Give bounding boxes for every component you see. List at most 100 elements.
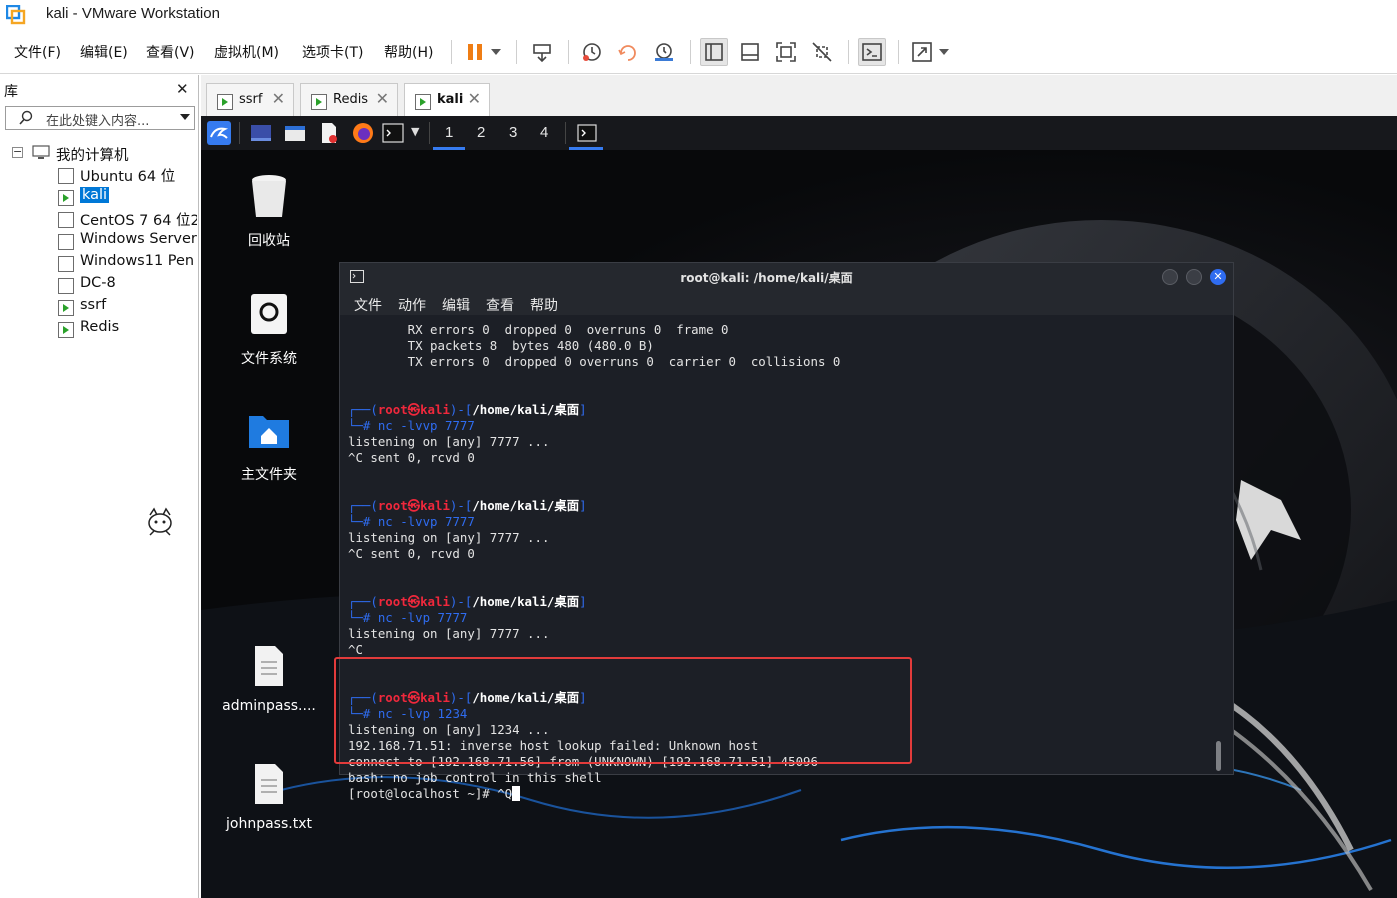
tree-root-my-computer[interactable]: − 我的计算机 <box>12 144 197 164</box>
library-title: 库 <box>4 84 18 100</box>
unity-mode-icon[interactable] <box>808 38 836 66</box>
firefox-icon[interactable] <box>351 121 375 145</box>
vm-label: Windows Server <box>80 231 197 247</box>
active-workspace-indicator <box>433 147 465 150</box>
vm-label: DC-8 <box>80 275 116 291</box>
menu-view[interactable]: 查看(V) <box>146 42 195 62</box>
pause-dropdown-icon[interactable] <box>486 38 506 66</box>
library-vm-item[interactable]: Windows11 Pen <box>56 253 197 273</box>
term-menu-action[interactable]: 动作 <box>398 295 426 315</box>
workspace-4[interactable]: 4 <box>540 124 548 141</box>
library-vm-item[interactable]: Redis <box>56 319 197 339</box>
highlight-annotation-box <box>334 657 912 764</box>
text-file-icon <box>255 764 283 804</box>
snapshot-icon[interactable] <box>578 38 606 66</box>
term-menu-file[interactable]: 文件 <box>354 295 382 315</box>
term-menu-edit[interactable]: 编辑 <box>442 295 470 315</box>
close-button[interactable]: ✕ <box>1210 269 1226 285</box>
tab-label: Redis <box>333 92 369 107</box>
terminal-line: RX errors 0 dropped 0 overruns 0 frame 0 <box>348 322 729 337</box>
library-vm-item[interactable]: CentOS 7 64 位2 <box>56 209 197 229</box>
taskbar-terminal-icon[interactable] <box>575 121 599 145</box>
vm-icon <box>58 210 75 228</box>
vm-label: Redis <box>80 319 120 335</box>
computer-icon <box>32 145 50 159</box>
console-view-icon[interactable] <box>858 38 886 66</box>
terminal-command: └─# nc -lvvp 7777 <box>348 418 475 433</box>
desktop-icon-home[interactable]: 主文件夹 <box>229 412 309 488</box>
stretch-guest-icon[interactable] <box>908 38 936 66</box>
library-vm-item[interactable]: Windows Server <box>56 231 197 251</box>
menu-edit[interactable]: 编辑(E) <box>80 42 128 62</box>
stretch-dropdown-icon[interactable] <box>934 38 954 66</box>
vm-running-icon <box>311 92 328 110</box>
menu-vm[interactable]: 虚拟机(M) <box>214 42 279 62</box>
term-menu-view[interactable]: 查看 <box>486 295 514 315</box>
panel-divider <box>429 122 430 144</box>
workspace-2[interactable]: 2 <box>477 124 485 141</box>
close-tab-icon[interactable]: ✕ <box>468 89 481 108</box>
desktop-icon-trash[interactable]: 回收站 <box>229 174 309 250</box>
file-manager-icon[interactable] <box>283 121 307 145</box>
title-bar: kali - VMware Workstation <box>0 0 1397 30</box>
library-close-button[interactable]: ✕ <box>176 80 189 98</box>
desktop-icon-johnpass[interactable]: johnpass.txt <box>219 762 319 838</box>
menu-tabs[interactable]: 选项卡(T) <box>302 42 363 62</box>
workspace-1[interactable]: 1 <box>445 124 453 141</box>
toolbar-divider <box>898 40 899 64</box>
terminal-line: ^C sent 0, rcvd 0 <box>348 546 475 561</box>
guest-screen[interactable]: ▼ 1 2 3 4 回收站 文件系统 主文件夹 adminpass.... jo… <box>201 116 1397 898</box>
workspace-3[interactable]: 3 <box>509 124 517 141</box>
thumbnail-bar-icon[interactable] <box>736 38 764 66</box>
pause-icon[interactable] <box>461 38 489 66</box>
text-file-icon <box>255 646 283 686</box>
menu-file[interactable]: 文件(F) <box>14 42 61 62</box>
terminal-prompt: ┌──(root㉿kali)-[/home/kali/桌面] <box>348 402 587 417</box>
panel-divider <box>239 122 240 144</box>
desktop-icon-filesystem[interactable]: 文件系统 <box>229 292 309 368</box>
terminal-launcher-icon[interactable] <box>381 121 405 145</box>
library-vm-item[interactable]: kali <box>56 187 197 207</box>
vm-tab-strip: ssrf ✕ Redis ✕ kali ✕ <box>201 75 1397 116</box>
show-library-icon[interactable] <box>700 38 728 66</box>
show-desktop-icon[interactable] <box>249 121 273 145</box>
desktop-icon-label: johnpass.txt <box>226 816 312 832</box>
revert-snapshot-icon[interactable] <box>614 38 642 66</box>
tab-ssrf[interactable]: ssrf ✕ <box>206 83 294 116</box>
library-vm-item[interactable]: Ubuntu 64 位 <box>56 165 197 185</box>
terminal-prompt: ┌──(root㉿kali)-[/home/kali/桌面] <box>348 594 587 609</box>
vm-label: Ubuntu 64 位 <box>80 169 176 185</box>
text-editor-icon[interactable] <box>317 121 341 145</box>
terminal-scrollbar[interactable] <box>1216 741 1221 771</box>
library-vm-item[interactable]: DC-8 <box>56 275 197 295</box>
chevron-down-icon[interactable] <box>180 114 190 120</box>
active-task-indicator <box>569 147 603 150</box>
tab-kali[interactable]: kali ✕ <box>404 83 490 116</box>
library-search-input[interactable]: 在此处键入内容... <box>5 106 195 130</box>
desktop-icon-label: 回收站 <box>248 233 290 249</box>
tab-redis[interactable]: Redis ✕ <box>300 83 398 116</box>
vm-running-icon <box>415 92 432 110</box>
vm-running-icon <box>58 298 75 316</box>
close-tab-icon[interactable]: ✕ <box>376 89 389 108</box>
tree-root-label: 我的计算机 <box>56 148 129 164</box>
collapse-icon[interactable]: − <box>12 146 23 158</box>
panel-divider <box>565 122 566 144</box>
full-screen-icon[interactable] <box>772 38 800 66</box>
menu-help[interactable]: 帮助(H) <box>384 42 433 62</box>
terminal-line: listening on [any] 7777 ... <box>348 626 550 641</box>
snapshot-manager-icon[interactable] <box>650 38 678 66</box>
terminal-titlebar[interactable]: root@kali: /home/kali/桌面 ✕ <box>340 263 1233 289</box>
vm-label: ssrf <box>80 297 107 313</box>
vm-icon <box>58 276 75 294</box>
desktop-icon-adminpass[interactable]: adminpass.... <box>219 644 319 720</box>
chevron-down-icon[interactable]: ▼ <box>411 125 419 138</box>
terminal-line: listening on [any] 7777 ... <box>348 434 550 449</box>
send-ctrl-alt-del-icon[interactable] <box>528 38 556 66</box>
term-menu-help[interactable]: 帮助 <box>530 295 558 315</box>
minimize-button[interactable] <box>1162 269 1178 285</box>
maximize-button[interactable] <box>1186 269 1202 285</box>
library-vm-item[interactable]: ssrf <box>56 297 197 317</box>
close-tab-icon[interactable]: ✕ <box>272 89 285 108</box>
kali-menu-icon[interactable] <box>207 121 231 145</box>
